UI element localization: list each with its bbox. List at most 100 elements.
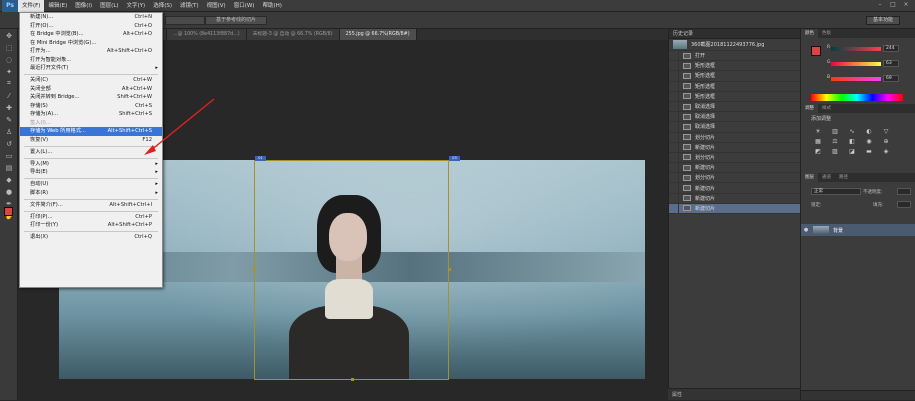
- fg-swatch[interactable]: [811, 46, 821, 56]
- workspace-switcher[interactable]: 基本功能: [866, 16, 900, 25]
- selective-color-icon[interactable]: ◈: [879, 148, 893, 155]
- history-brush-source[interactable]: [669, 142, 679, 153]
- file-menu-item[interactable]: 关闭全部 Alt+Ctrl+W: [20, 85, 162, 94]
- file-menu-item[interactable]: 导出(E) ▸: [20, 168, 162, 177]
- document-tab[interactable]: 255.jpg @ 66.7%(RGB/8#): [339, 29, 417, 40]
- history-item[interactable]: 取消选择: [669, 121, 800, 133]
- eye-icon[interactable]: ●: [801, 227, 811, 233]
- close-button[interactable]: ×: [901, 1, 911, 9]
- file-menu-item[interactable]: 自动(U) ▸: [20, 180, 162, 189]
- posterize-icon[interactable]: ▨: [828, 148, 842, 155]
- menu-6[interactable]: 滤镜(T): [176, 0, 203, 12]
- opacity-field[interactable]: [897, 188, 911, 195]
- history-item[interactable]: 新建切片: [669, 203, 800, 214]
- file-menu-item[interactable]: 脚本(R) ▸: [20, 189, 162, 198]
- menu-4[interactable]: 文字(Y): [123, 0, 150, 12]
- tab-channels[interactable]: 通道: [818, 173, 835, 182]
- photo-filter-icon[interactable]: ◉: [862, 138, 876, 145]
- document-tab[interactable]: ...@ 100% (8e4113f887d...): [167, 29, 247, 40]
- history-brush-source[interactable]: [669, 152, 679, 163]
- b-value[interactable]: 69: [883, 75, 899, 82]
- gradient-map-icon[interactable]: ▬: [862, 148, 876, 155]
- tab-layers[interactable]: 图层: [801, 173, 818, 182]
- file-menu-item[interactable]: 打印(P)... Ctrl+P: [20, 213, 162, 222]
- menu-9[interactable]: 帮助(H): [258, 0, 285, 12]
- r-value[interactable]: 244: [883, 45, 899, 52]
- minimize-button[interactable]: –: [875, 1, 885, 9]
- file-menu-item[interactable]: 关闭(C) Ctrl+W: [20, 76, 162, 85]
- healing-brush-icon[interactable]: ✚: [2, 102, 16, 113]
- blur-tool-icon[interactable]: ◆: [2, 174, 16, 185]
- history-brush-source[interactable]: [669, 81, 679, 92]
- history-item[interactable]: 新建切片: [669, 162, 800, 174]
- history-brush-source[interactable]: [669, 91, 679, 102]
- history-brush-source[interactable]: [669, 182, 679, 194]
- menu-3[interactable]: 图层(L): [96, 0, 122, 12]
- history-brush-source[interactable]: [669, 70, 679, 82]
- gradient-tool-icon[interactable]: ▤: [2, 162, 16, 173]
- eraser-tool-icon[interactable]: ▭: [2, 150, 16, 161]
- history-item[interactable]: 打开: [669, 50, 800, 62]
- file-menu-item[interactable]: 最近打开文件(T) ▸: [20, 64, 162, 73]
- history-brush-source[interactable]: [669, 121, 679, 132]
- b-slider[interactable]: [831, 77, 881, 81]
- slice-handle[interactable]: [351, 378, 354, 381]
- history-brush-source[interactable]: [669, 111, 679, 122]
- crop-tool-icon[interactable]: ⌗: [2, 78, 16, 89]
- history-brush-source[interactable]: [669, 162, 679, 173]
- exposure-icon[interactable]: ◐: [862, 128, 876, 135]
- history-brush-source[interactable]: [669, 172, 679, 183]
- fill-field[interactable]: [897, 201, 911, 208]
- history-item[interactable]: 划分切片: [669, 152, 800, 164]
- levels-icon[interactable]: ▥: [828, 128, 842, 135]
- g-value[interactable]: 63: [883, 60, 899, 67]
- document-tab[interactable]: 未标题-3 @ 自动 @ 66.7% (RGB/8): [246, 29, 340, 40]
- history-item[interactable]: 新建切片: [669, 142, 800, 153]
- history-item[interactable]: 划分切片: [669, 132, 800, 143]
- color-spectrum[interactable]: [811, 94, 903, 101]
- file-menu-item[interactable]: 新建(N)... Ctrl+N: [20, 13, 162, 22]
- r-slider[interactable]: [831, 47, 881, 51]
- history-brush-source[interactable]: [669, 101, 679, 112]
- history-item[interactable]: 取消选择: [669, 101, 800, 113]
- file-menu-item[interactable]: 导入(M) ▸: [20, 160, 162, 169]
- hue-icon[interactable]: ▦: [811, 138, 825, 145]
- history-brush-icon[interactable]: ↺: [2, 138, 16, 149]
- menu-7[interactable]: 视图(V): [203, 0, 230, 12]
- history-item[interactable]: 新建切片: [669, 182, 800, 194]
- tab-styles[interactable]: 样式: [818, 104, 835, 113]
- eyedropper-icon[interactable]: ⁄: [2, 90, 16, 101]
- mixer-icon[interactable]: ⊕: [879, 138, 893, 145]
- menu-2[interactable]: 图像(I): [71, 0, 96, 12]
- history-brush-source[interactable]: [669, 50, 679, 61]
- tab-paths[interactable]: 路径: [835, 173, 852, 182]
- file-menu-item[interactable]: 打开为智能对象...: [20, 56, 162, 65]
- move-tool-icon[interactable]: ✥: [2, 30, 16, 41]
- blend-mode-select[interactable]: 正常: [811, 188, 861, 195]
- history-item[interactable]: 新建切片: [669, 193, 800, 204]
- balance-icon[interactable]: ⚖: [828, 138, 842, 145]
- tab-swatches[interactable]: 色板: [818, 29, 835, 38]
- file-menu-item[interactable]: 退出(X) Ctrl+Q: [20, 233, 162, 242]
- foreground-color-swatch[interactable]: [4, 207, 13, 216]
- bw-icon[interactable]: ◧: [845, 138, 859, 145]
- history-item[interactable]: 矩形选框: [669, 70, 800, 82]
- user-slice[interactable]: 01 03: [253, 156, 460, 381]
- history-brush-source[interactable]: [669, 193, 679, 204]
- style-field[interactable]: [165, 16, 205, 25]
- history-brush-source[interactable]: [669, 132, 679, 143]
- menu-0[interactable]: 文件(F): [18, 0, 45, 12]
- menu-8[interactable]: 窗口(W): [230, 0, 259, 12]
- magic-wand-icon[interactable]: ✦: [2, 66, 16, 77]
- file-menu-item[interactable]: 在 Mini Bridge 中浏览(G)...: [20, 39, 162, 48]
- history-item[interactable]: 矩形选框: [669, 91, 800, 102]
- history-snapshot[interactable]: 360截图20181122493776.jpg: [669, 39, 800, 51]
- history-brush-source[interactable]: [669, 203, 679, 214]
- vibrance-icon[interactable]: ▽: [879, 128, 893, 135]
- file-menu-item[interactable]: 打开(O)... Ctrl+O: [20, 22, 162, 31]
- slice-handle[interactable]: [253, 268, 256, 271]
- slice-handle[interactable]: [448, 268, 451, 271]
- file-menu-item[interactable]: 在 Bridge 中浏览(B)... Alt+Ctrl+O: [20, 30, 162, 39]
- dodge-tool-icon[interactable]: ●: [2, 186, 16, 197]
- history-item[interactable]: 取消选择: [669, 111, 800, 123]
